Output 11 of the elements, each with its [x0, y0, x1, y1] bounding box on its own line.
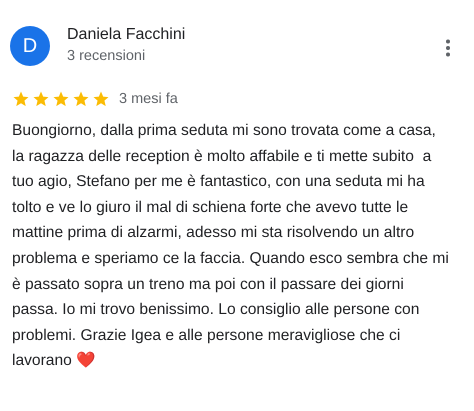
star-icon — [52, 90, 70, 108]
star-icon — [72, 90, 90, 108]
author-name[interactable]: Daniela Facchini — [67, 24, 445, 46]
star-icon — [12, 90, 30, 108]
review-count: 3 recensioni — [67, 47, 146, 66]
more-options-icon[interactable] — [445, 39, 451, 57]
review-date: 3 mesi fa — [119, 91, 178, 107]
star-icon — [32, 90, 50, 108]
avatar: D — [10, 26, 50, 66]
star-icon — [92, 90, 110, 108]
review-text: Buongiorno, dalla prima seduta mi sono trovata come a casa, la ragazza delle reception è molto affabile e ti mette subito a tuo agio, Stefano per me è fantastico, con una seduta mi ha tolto e ve lo giuro il mal di schiena forte che avevo tutte le mattine prima di alzarmi, adesso mi sta risolvendo un altro problema e speriamo ce la faccia. Quando esco sembra che mi è passato sopra un treno ma poi con il passare dei giorni passa. Io mi trovo benissimo. Lo consiglio alle persone con problemi. Grazie Igea e alle persone meravigliose che ci lavorano ❤ — [12, 121, 450, 372]
